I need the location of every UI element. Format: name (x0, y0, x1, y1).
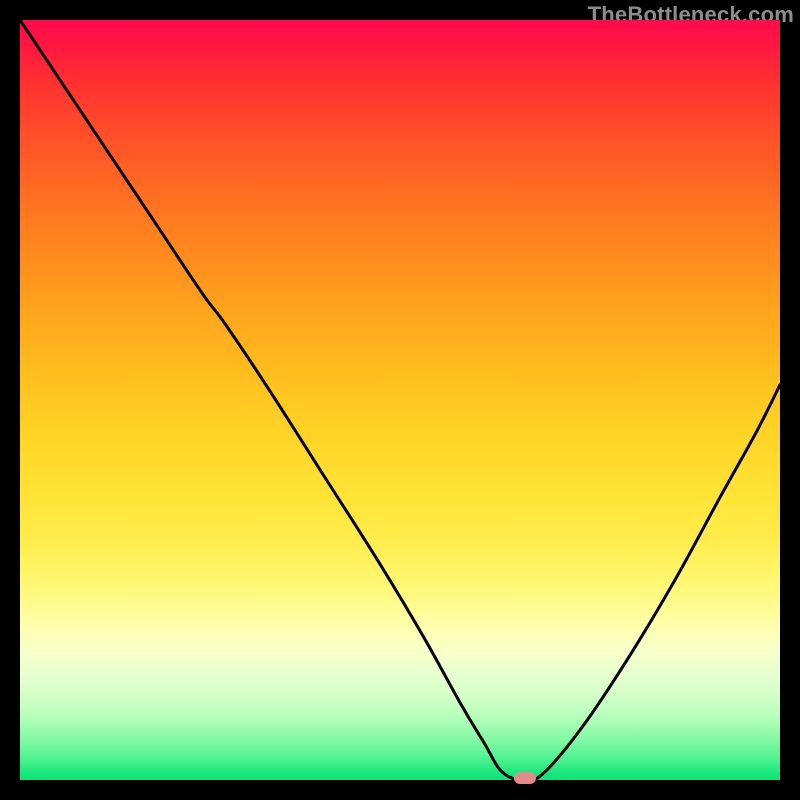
plot-area (20, 20, 780, 780)
chart-container: TheBottleneck.com (0, 0, 800, 800)
bottleneck-curve (20, 20, 780, 780)
optimum-marker (514, 772, 536, 784)
